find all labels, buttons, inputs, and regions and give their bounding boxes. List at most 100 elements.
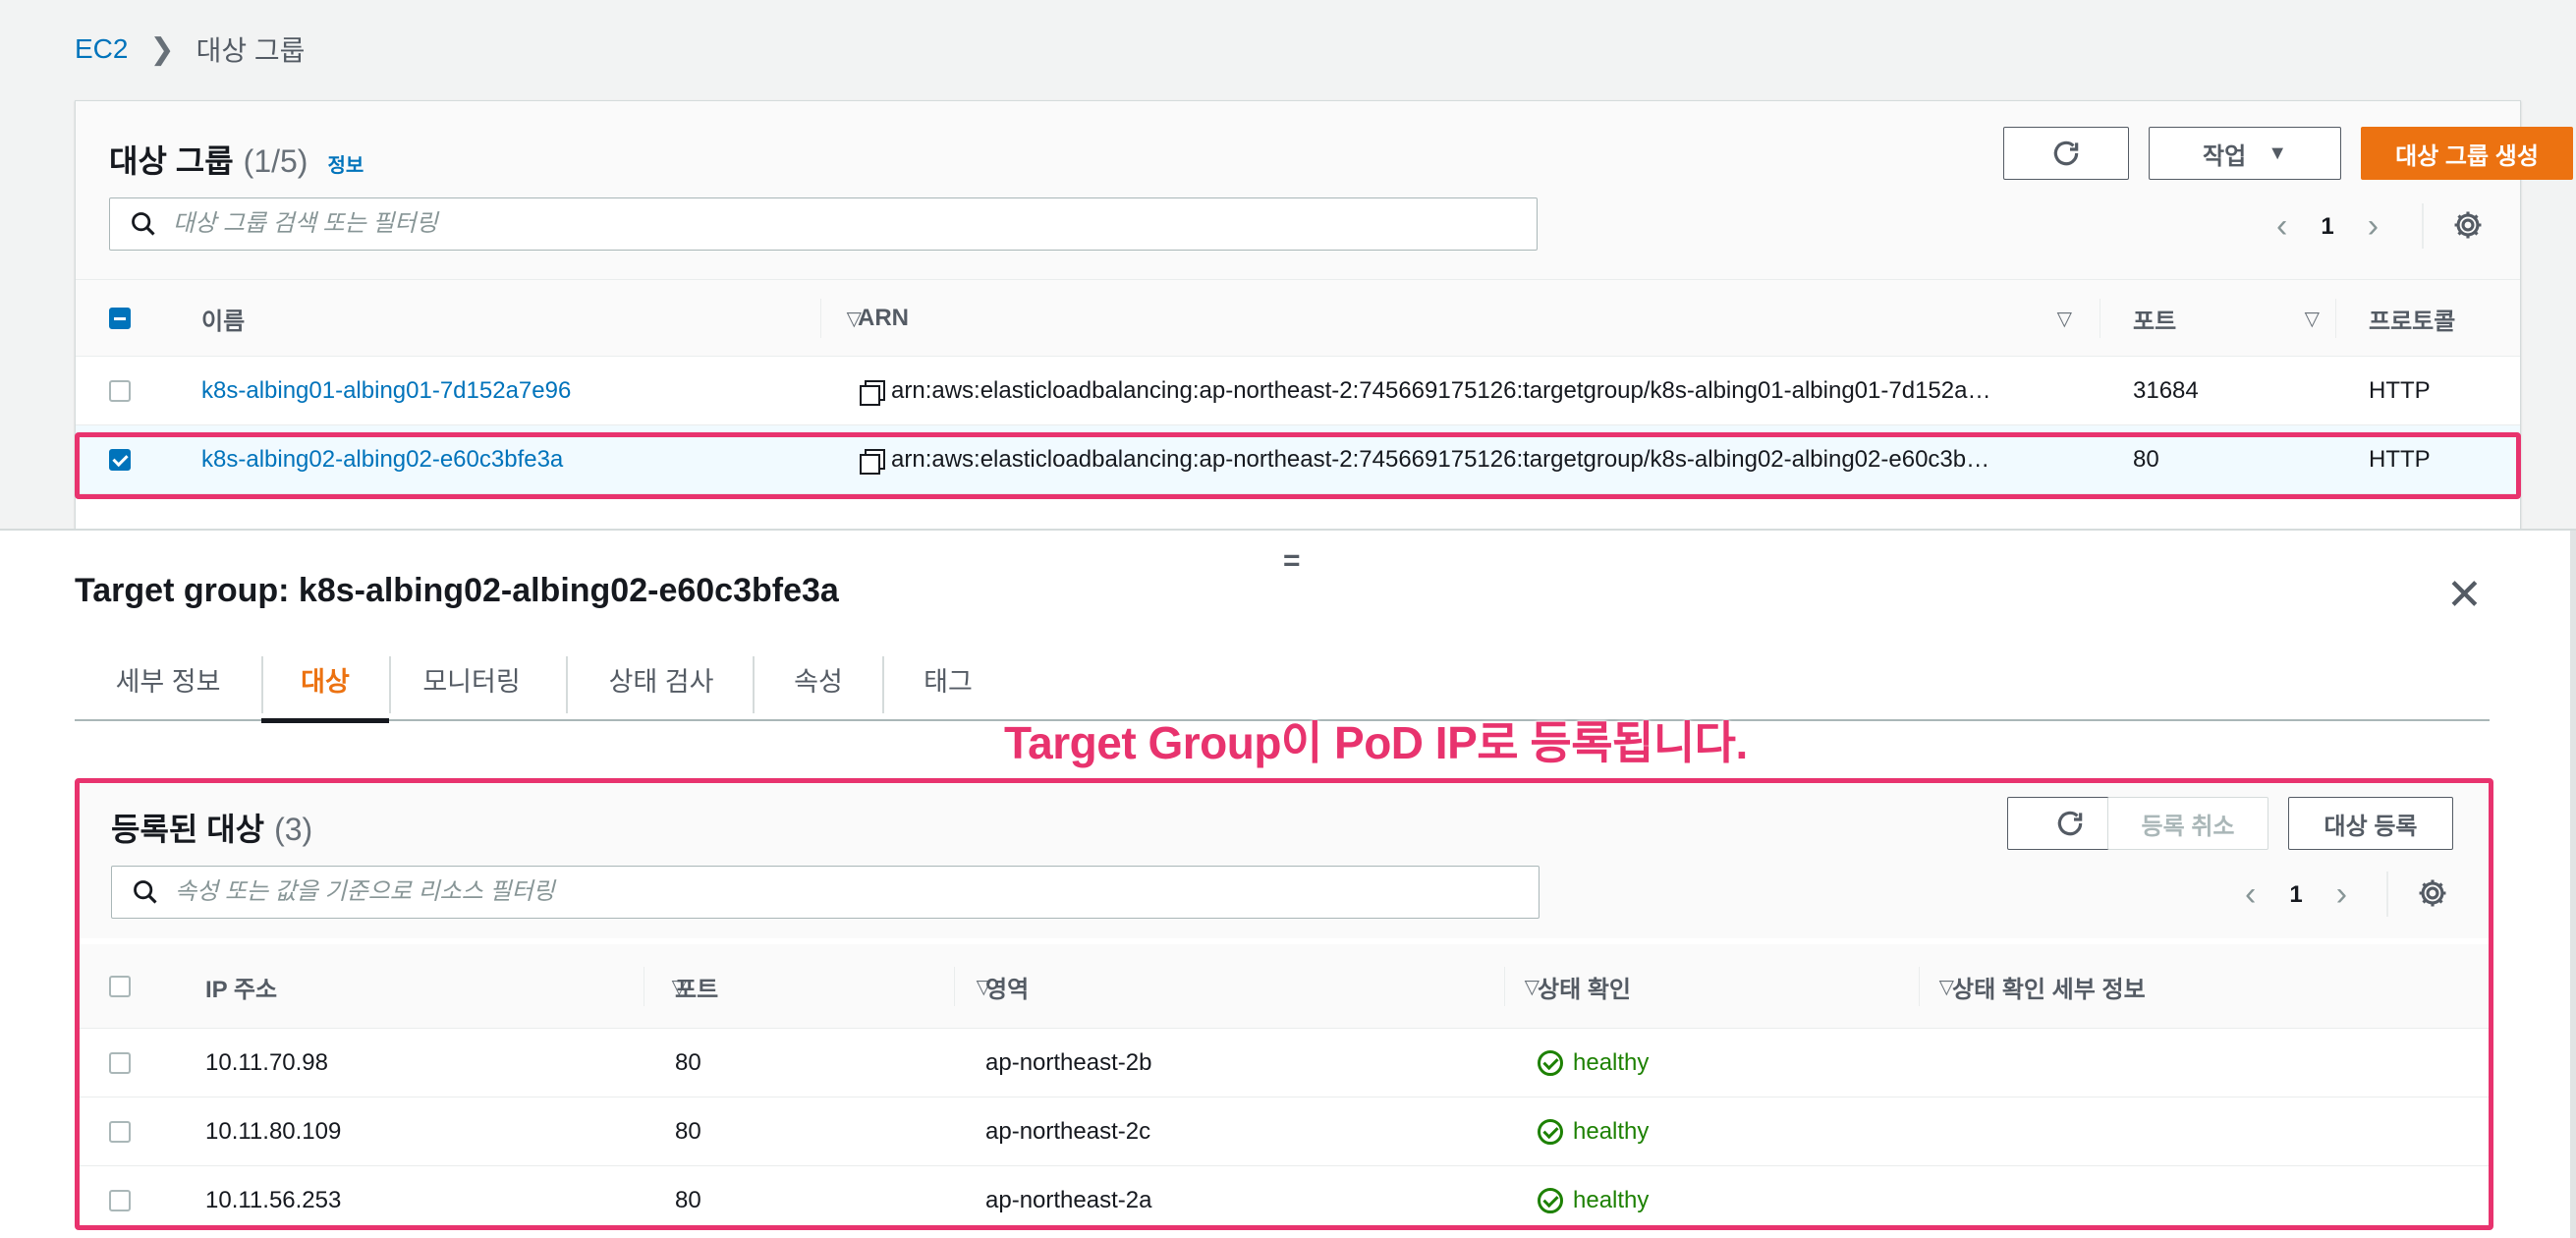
next-page-icon[interactable]: ›: [2368, 207, 2379, 246]
table-row[interactable]: k8s-albing02-albing02-e60c3bfe3a arn:aws…: [76, 425, 2520, 494]
row-checkbox[interactable]: [109, 1121, 131, 1143]
row-checkbox[interactable]: [109, 380, 131, 402]
health-status: healthy: [1573, 1049, 1650, 1076]
close-icon[interactable]: ✕: [2446, 570, 2483, 620]
sort-icon[interactable]: ▽: [2305, 307, 2320, 331]
pagination: ‹ 1 ›: [2245, 875, 2347, 914]
health-cell: healthy: [1538, 1166, 1649, 1235]
select-all-checkbox[interactable]: [109, 976, 131, 997]
protocol-cell: HTTP: [2369, 377, 2431, 404]
health-status: healthy: [1573, 1118, 1650, 1145]
targets-table-header: IP 주소 ▽ 포트 ▽ 영역 ▽ 상태 확인 ▽ 상태 확인 세부 정보: [78, 944, 2491, 1029]
tab-details[interactable]: 세부 정보: [75, 637, 261, 721]
column-zone-label: 영역: [985, 976, 1030, 1003]
target-group-search-input[interactable]: [173, 210, 1537, 238]
target-search[interactable]: [111, 866, 1540, 919]
page-number[interactable]: 1: [2321, 213, 2333, 241]
resize-handle[interactable]: =: [1283, 544, 1301, 578]
page-number[interactable]: 1: [2289, 881, 2302, 909]
copy-icon[interactable]: [858, 447, 885, 475]
column-arn-label: ARN: [858, 305, 909, 331]
gear-icon[interactable]: [2451, 208, 2485, 242]
port-cell: 80: [675, 1187, 701, 1213]
divider: [2422, 203, 2424, 249]
health-cell: healthy: [1538, 1029, 1649, 1097]
ip-cell: 10.11.70.98: [205, 1049, 329, 1076]
column-zone[interactable]: 영역 ▽: [985, 944, 1540, 1029]
port-cell: 80: [675, 1118, 701, 1145]
deregister-button[interactable]: 등록 취소: [2107, 797, 2268, 850]
prev-page-icon[interactable]: ‹: [2245, 875, 2256, 914]
table-row[interactable]: 10.11.80.109 80 ap-northeast-2c healthy: [78, 1097, 2491, 1166]
actions-dropdown[interactable]: 작업 ▼: [2149, 127, 2341, 180]
registered-title-row: 등록된 대상 (3): [111, 805, 312, 850]
registered-title: 등록된 대상: [111, 812, 265, 847]
column-port[interactable]: 포트 ▽: [675, 944, 991, 1029]
column-divider: [1919, 967, 1920, 1006]
search-icon: [134, 880, 157, 904]
column-health[interactable]: 상태 확인 ▽: [1538, 944, 1954, 1029]
next-page-icon[interactable]: ›: [2336, 875, 2347, 914]
tab-tags[interactable]: 태그: [884, 637, 1012, 721]
tab-targets[interactable]: 대상: [261, 637, 389, 723]
health-status: healthy: [1573, 1187, 1650, 1213]
target-search-input[interactable]: [175, 878, 1539, 906]
health-cell: healthy: [1538, 1097, 1649, 1166]
chevron-right-icon: ❯: [149, 32, 175, 66]
ip-cell: 10.11.80.109: [205, 1118, 342, 1145]
refresh-button[interactable]: [2003, 127, 2129, 180]
refresh-icon: [2057, 811, 2083, 836]
table-row[interactable]: k8s-albing01-albing01-7d152a7e96 arn:aws…: [76, 357, 2520, 425]
annotation-text: Target Group이 PoD IP로 등록됩니다.: [1004, 717, 1748, 768]
arn-cell: arn:aws:elasticloadbalancing:ap-northeas…: [858, 357, 1990, 425]
row-checkbox[interactable]: [109, 1190, 131, 1211]
arn-value: arn:aws:elasticloadbalancing:ap-northeas…: [891, 446, 1990, 473]
column-divider: [2335, 299, 2336, 338]
column-port-label: 포트: [2133, 308, 2177, 335]
detail-title: Target group: k8s-albing02-albing02-e60c…: [75, 572, 839, 609]
column-protocol[interactable]: 프로토콜: [2369, 280, 2516, 357]
tab-health-checks[interactable]: 상태 검사: [568, 637, 755, 721]
target-group-search[interactable]: [109, 197, 1538, 251]
tab-attributes[interactable]: 속성: [755, 637, 882, 721]
deregister-label: 등록 취소: [2141, 813, 2235, 840]
create-target-group-button[interactable]: 대상 그룹 생성: [2361, 127, 2573, 180]
row-checkbox[interactable]: [109, 449, 131, 471]
breadcrumb-ec2-link[interactable]: EC2: [75, 33, 128, 65]
row-checkbox[interactable]: [109, 1052, 131, 1074]
target-group-name-link[interactable]: k8s-albing02-albing02-e60c3bfe3a: [201, 425, 563, 494]
column-divider: [820, 299, 821, 338]
prev-page-icon[interactable]: ‹: [2276, 207, 2287, 246]
column-arn[interactable]: ARN ▽: [858, 280, 2072, 357]
register-targets-button[interactable]: 대상 등록: [2288, 797, 2453, 850]
column-ip[interactable]: IP 주소 ▽: [205, 944, 687, 1029]
column-port[interactable]: 포트 ▽: [2133, 280, 2320, 357]
column-name[interactable]: 이름 ▽: [201, 280, 862, 357]
gear-icon[interactable]: [2416, 876, 2449, 910]
column-health-detail[interactable]: 상태 확인 세부 정보: [1952, 944, 2443, 1029]
registered-count: (3): [274, 812, 313, 847]
select-all-checkbox[interactable]: [109, 308, 131, 329]
zone-cell: ap-northeast-2c: [985, 1118, 1151, 1145]
breadcrumb: EC2 ❯ 대상 그룹: [75, 29, 305, 69]
scrollbar[interactable]: [2570, 531, 2576, 1238]
sort-icon[interactable]: ▽: [2057, 307, 2072, 331]
registered-targets-panel: 등록된 대상 (3) 등록 취소 대상 등록 ‹ 1 › IP 주소▽ 포트▽ …: [77, 780, 2492, 1228]
column-divider: [1504, 967, 1505, 1006]
column-protocol-label: 프로토콜: [2369, 308, 2456, 335]
tab-monitoring[interactable]: 모니터링: [391, 637, 552, 721]
port-cell: 31684: [2133, 377, 2199, 404]
table-row[interactable]: 10.11.70.98 80 ap-northeast-2b healthy: [78, 1029, 2491, 1097]
copy-icon[interactable]: [858, 378, 885, 406]
info-link[interactable]: 정보: [327, 149, 364, 178]
table-row[interactable]: 10.11.56.253 80 ap-northeast-2a healthy: [78, 1166, 2491, 1235]
target-groups-table-header: 이름 ▽ ARN ▽ 포트 ▽ 프로토콜: [76, 280, 2520, 357]
zone-cell: ap-northeast-2b: [985, 1049, 1152, 1076]
actions-label: 작업: [2203, 142, 2247, 170]
check-circle-icon: [1538, 1119, 1563, 1145]
breadcrumb-current: 대상 그룹: [196, 35, 306, 66]
target-group-name-link[interactable]: k8s-albing01-albing01-7d152a7e96: [201, 357, 571, 425]
column-ip-label: IP 주소: [205, 976, 278, 1003]
column-health-detail-label: 상태 확인 세부 정보: [1952, 976, 2146, 1003]
register-label: 대상 등록: [2324, 813, 2418, 840]
